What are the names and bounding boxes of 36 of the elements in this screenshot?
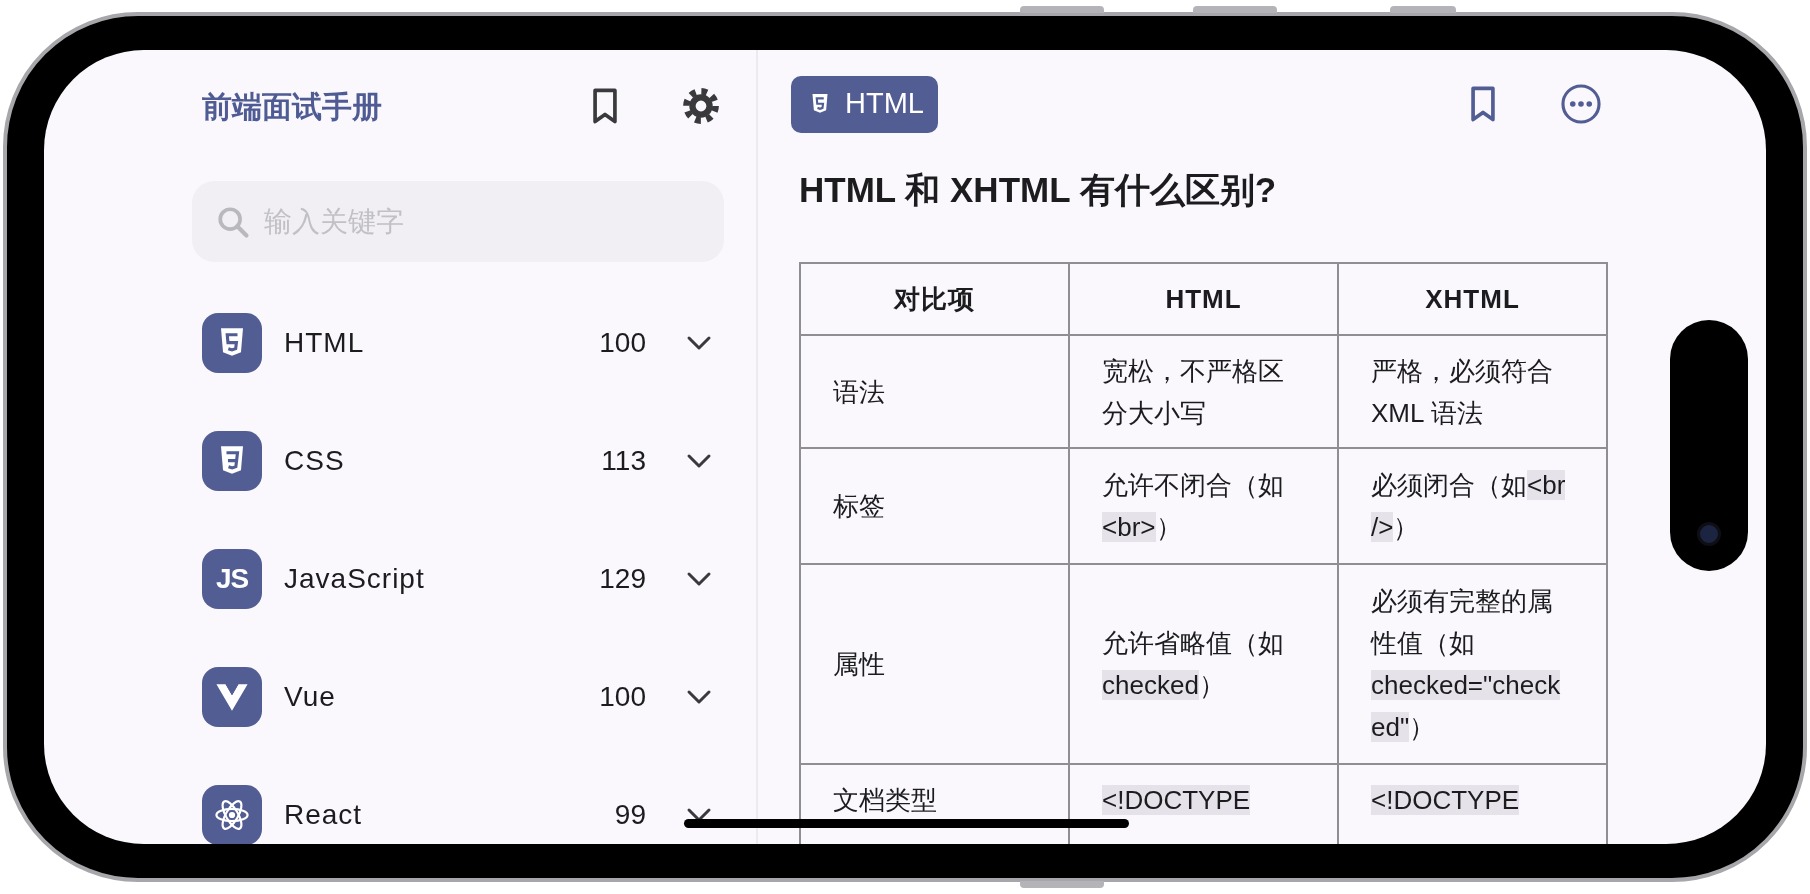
category-name[interactable]: HTML	[284, 322, 600, 364]
table-cell: 语法	[800, 335, 1069, 448]
table-cell: 宽松，不严格区分大小写	[1069, 335, 1338, 448]
table-cell: 必须闭合（如<br />）	[1338, 448, 1607, 564]
question-count: 129	[599, 562, 646, 596]
search-icon	[216, 204, 250, 239]
category-name[interactable]: JavaScript	[284, 558, 600, 600]
more-icon[interactable]	[1560, 83, 1602, 125]
shield-icon	[202, 431, 262, 491]
table-cell: 必须有完整的属性值（如 checked="checked"）	[1338, 564, 1607, 764]
question-count: 113	[601, 444, 646, 478]
chevron-down-icon[interactable]	[686, 571, 712, 587]
table-cell: 属性	[800, 564, 1069, 764]
table-cell: 严格，必须符合 XML 语法	[1338, 335, 1607, 448]
question-heading: HTML 和 XHTML 有什么区别?	[799, 168, 1276, 211]
js-logo-icon: JS	[202, 549, 262, 609]
chevron-down-icon[interactable]	[686, 335, 712, 351]
category-name[interactable]: React	[284, 794, 615, 836]
table-cell: 标签	[800, 448, 1069, 564]
question-count: 100	[599, 326, 646, 360]
category-name[interactable]: Vue	[284, 676, 600, 718]
question-count: 100	[599, 680, 646, 714]
settings-icon[interactable]	[682, 87, 720, 125]
chevron-down-icon[interactable]	[686, 689, 712, 705]
table-cell: 允许不闭合（如 <br>）	[1069, 448, 1338, 564]
table-cell: 允许省略值（如 checked）	[1069, 564, 1338, 764]
category-badge[interactable]: HTML	[791, 75, 938, 133]
column-header: XHTML	[1338, 263, 1607, 335]
chevron-down-icon[interactable]	[686, 453, 712, 469]
column-header: HTML	[1069, 263, 1338, 335]
column-header: 对比项	[800, 263, 1069, 335]
app-title: 前端面试手册	[202, 88, 383, 125]
v-logo-icon	[202, 667, 262, 727]
shield-icon	[202, 313, 262, 373]
category-name[interactable]: CSS	[284, 440, 602, 482]
question-count: 99	[614, 798, 646, 832]
